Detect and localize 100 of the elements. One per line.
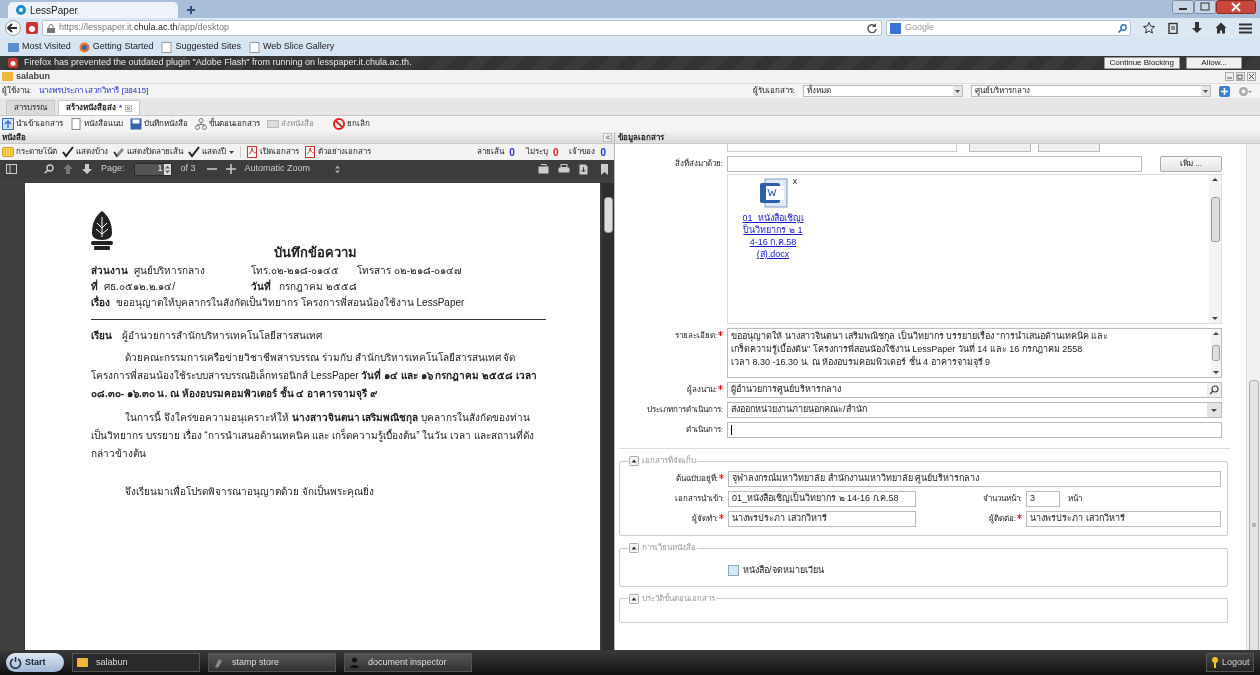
bookmark-link[interactable]: Suggested Sites: [161, 40, 241, 54]
input-field[interactable]: จุฬาลงกรณ์มหาวิทยาลัย สำนักงานมหาวิทยาลัย ศูนย์บริหารกลาง: [728, 471, 1221, 487]
lock-icon: [47, 23, 55, 33]
bookmark-link[interactable]: Web Slice Gallery: [248, 40, 335, 54]
input-field[interactable]: [727, 144, 957, 152]
toolbar-button[interactable]: นำเข้าเอกสาร: [2, 118, 63, 130]
toolbar-button[interactable]: หนังสือแนบ: [70, 118, 123, 130]
counter-label: เจ้าของ: [569, 146, 596, 158]
download-icon[interactable]: [579, 163, 588, 175]
toolbar-button[interactable]: แสดงปิดลายเส้น: [113, 146, 183, 158]
logout-button[interactable]: Logout: [1206, 653, 1254, 672]
scrollbar[interactable]: [1246, 144, 1260, 650]
checkbox[interactable]: [728, 565, 739, 577]
select-field[interactable]: ส่งออกหน่วยงานภายนอกคณะ/สำนัก: [727, 402, 1222, 418]
down-arrow-icon[interactable]: [82, 164, 92, 174]
spinner-icon: [163, 163, 171, 175]
field-label: ต้นฉบับอยู่ที่:: [675, 473, 718, 485]
back-icon[interactable]: [4, 20, 22, 36]
search-icon[interactable]: [44, 164, 54, 174]
toolbar-button[interactable]: บันทึกหนังสือ: [130, 118, 188, 130]
tab[interactable]: สารบรรณ: [6, 100, 55, 115]
stamp-icon: [213, 657, 224, 668]
collapse-icon[interactable]: [629, 543, 639, 553]
refresh-icon[interactable]: [1219, 85, 1230, 97]
reload-icon[interactable]: [867, 23, 877, 33]
close-icon[interactable]: [125, 104, 133, 112]
taskbar-button[interactable]: document inspector: [344, 653, 472, 672]
new-tab-icon[interactable]: [186, 5, 196, 15]
note-icon: [2, 146, 14, 158]
input-field[interactable]: 01_หนังสือเชิญเป็นวิทยากร ๒ 14-16 ก.ค.58: [728, 491, 916, 507]
collapse-icon[interactable]: [629, 593, 639, 604]
checkmark-icon: [62, 146, 74, 158]
notification-button[interactable]: Continue Blocking: [1103, 57, 1180, 69]
search-icon[interactable]: [1207, 383, 1221, 397]
close-icon[interactable]: [1247, 72, 1256, 81]
attachment-link[interactable]: 01_หนังสือเชิญเป็นวิทยากร ๒ 14-16 ก.ค.58 (ส).docx: [742, 212, 804, 260]
zoom-in-icon[interactable]: [225, 164, 236, 174]
clipboard-icon[interactable]: [1167, 22, 1179, 34]
input-field[interactable]: [727, 156, 1142, 172]
download-icon[interactable]: [1191, 22, 1203, 34]
page-number-field[interactable]: 1: [133, 162, 172, 176]
addon-icon[interactable]: [26, 22, 38, 34]
unit-select[interactable]: ศูนย์บริหารกลาง: [971, 85, 1211, 97]
browser-tab[interactable]: LessPaper: [8, 2, 178, 18]
add-button[interactable]: เพิ่ม ...: [1160, 156, 1222, 172]
taskbar-button[interactable]: salabun: [72, 653, 200, 672]
scrollbar[interactable]: [1209, 175, 1221, 323]
field-label: รายละเอียด:: [674, 330, 717, 342]
scrollbar[interactable]: [602, 183, 614, 650]
input-field[interactable]: [727, 422, 1222, 438]
menu-icon[interactable]: [1239, 22, 1252, 34]
notification-message: Firefox has prevented the outdated plugin "Adobe Flash" from running on lesspaper.it.chula.ac.th.: [24, 56, 413, 70]
memo-paragraph: ด้วยคณะกรรมการเครือข่ายวิชาชีพสารบรรณ ร่วมกับ สำนักบริหารเทคโนโลยีสารสนเทศ จัดโครงการพี่สอนน้องใช้ระบบสารบรรณอิเล็กทรอนิกส์ LessPaper วันที่ ๑๔ และ ๑๖ กรกฎาคม ๒๕๕๘ เวลา ๐๘.๓๐- ๑๖.๓๐ น. ณ ห้องอบรมคอมพิวเตอร์ ชั้น ๔ อาคารจามจุรี ๙: [91, 351, 539, 402]
user-name-link[interactable]: นางพรประภา เสวกวิหารี [38415]: [39, 85, 745, 97]
page-icon: [161, 41, 173, 53]
page-icon: [248, 41, 260, 53]
key-icon: [1211, 657, 1219, 668]
field-label: ประเภทการดำเนินการ:: [646, 404, 723, 416]
recipient-select[interactable]: ทั้งหมด: [803, 85, 963, 97]
toolbar-button[interactable]: ขั้นตอนเอกสาร: [195, 118, 260, 130]
input-field[interactable]: นางพรประภา เสวกวิหารี: [728, 511, 916, 527]
input-field[interactable]: ผู้อำนวยการศูนย์บริหารกลาง: [727, 382, 1222, 398]
search-icon[interactable]: [1118, 23, 1127, 33]
up-arrow-icon[interactable]: [63, 164, 73, 174]
star-icon[interactable]: [1143, 22, 1155, 34]
toolbar-button[interactable]: เปิดเอกสาร: [246, 146, 299, 158]
collapse-icon[interactable]: [629, 456, 639, 466]
tab[interactable]: สร้างหนังสือส่ง *: [58, 100, 141, 115]
toolbar-button[interactable]: แสดงปี: [188, 146, 235, 158]
toolbar-button[interactable]: ตัวอย่างเอกสาร: [304, 146, 371, 158]
home-icon[interactable]: [1215, 22, 1227, 34]
word-document-icon: [758, 177, 789, 209]
remove-attachment-button[interactable]: x: [792, 177, 798, 186]
url-text: https://lesspaper.it.chula.ac.th/app/desktop: [59, 21, 231, 35]
scrollbar[interactable]: [1211, 329, 1221, 377]
toolbar-button[interactable]: ยกเลิก: [333, 118, 370, 130]
zoom-select[interactable]: Automatic Zoom: [244, 162, 340, 176]
bookmark-link[interactable]: Getting Started: [78, 40, 154, 54]
textarea-field[interactable]: ขออนุญาตให้ นางสาวจินตนา เสริมพณิชกุล เป็นวิทยากร บรรยายเรื่อง "การนำเสนอด้านเทคนิค และ เกร็ดความรู้เบื้องต้น" โครงการพี่สอนน้องใช้งาน LessPaper วันที่ 14 และ 16 กรกฎาคม 2558 เวลา 8.30 -16.30 น. ณ ห้องอบรมคอมพิวเตอร์ ชั้น 4 อาคารจามจุรี 9: [727, 328, 1222, 378]
folder-icon: [8, 41, 19, 53]
plugin-blocked-icon: [8, 58, 18, 68]
minimize-icon[interactable]: [1172, 0, 1194, 14]
toolbar-button[interactable]: แสดงบ้าง: [62, 146, 108, 158]
memo-field-value: ศูนย์บริหารกลาง: [134, 264, 205, 279]
toolbar-button[interactable]: กระดาษโน้ต: [2, 146, 57, 158]
print-icon[interactable]: [558, 164, 570, 174]
upload-icon: [2, 118, 14, 130]
address-bar[interactable]: https://lesspaper.it.chula.ac.th/app/desktop: [42, 20, 882, 36]
bookmark-link[interactable]: Most Visited: [8, 40, 71, 54]
memo-field-value: ผู้อำนวยการสำนักบริหารเทคโนโลยีสารสนเทศ: [122, 329, 322, 344]
bookmark-icon[interactable]: [601, 163, 608, 175]
notification-button[interactable]: Allow...: [1186, 57, 1242, 69]
taskbar-button[interactable]: stamp store: [208, 653, 336, 672]
input-field[interactable]: นางพรประภา เสวกวิหารี: [1026, 511, 1221, 527]
close-icon[interactable]: [1216, 0, 1256, 14]
start-button[interactable]: Start: [6, 653, 64, 672]
restore-icon[interactable]: [1236, 72, 1245, 81]
sidebar-toggle-icon[interactable]: [6, 164, 17, 174]
presentation-icon[interactable]: [538, 164, 549, 174]
input-field[interactable]: 3: [1026, 491, 1060, 507]
